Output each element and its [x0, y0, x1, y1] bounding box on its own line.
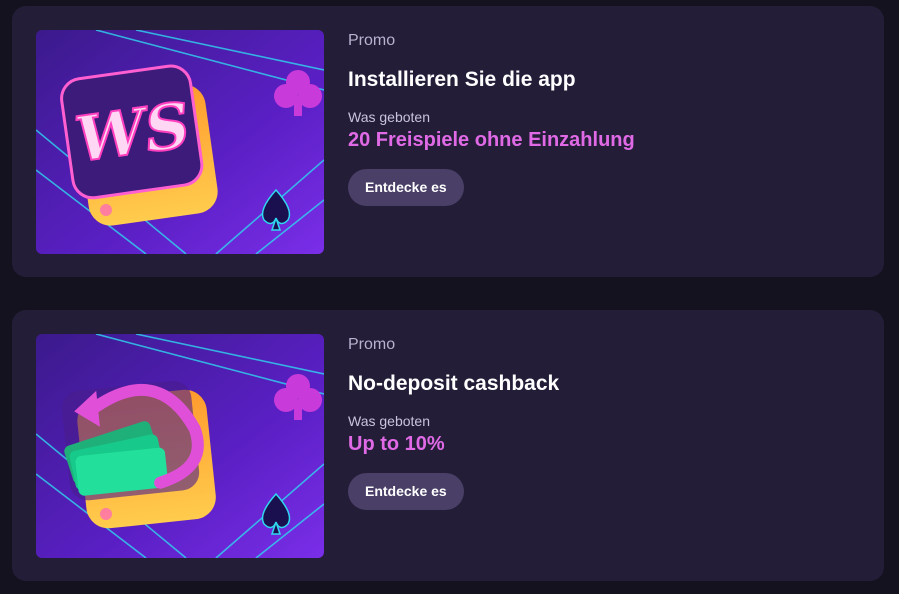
offer-value: 20 Freispiele ohne Einzahlung — [348, 129, 635, 151]
offer-label: Was geboten — [348, 413, 430, 429]
discover-button[interactable]: Entdecke es — [348, 473, 464, 510]
promo-image[interactable] — [36, 334, 324, 558]
promo-title: No-deposit cashback — [348, 372, 560, 395]
offer-value: Up to 10% — [348, 433, 445, 455]
promo-tag: Promo — [348, 336, 396, 353]
discover-button[interactable]: Entdecke es — [348, 169, 464, 206]
promo-card: Promo No-deposit cashback Was geboten Up… — [12, 310, 884, 581]
offer-label: Was geboten — [348, 109, 430, 125]
promo-title: Installieren Sie die app — [348, 68, 576, 91]
promo-tag: Promo — [348, 32, 396, 49]
promo-image[interactable]: WS — [36, 30, 324, 254]
promo-card: WS Promo Installieren Sie die app Was ge… — [12, 6, 884, 277]
